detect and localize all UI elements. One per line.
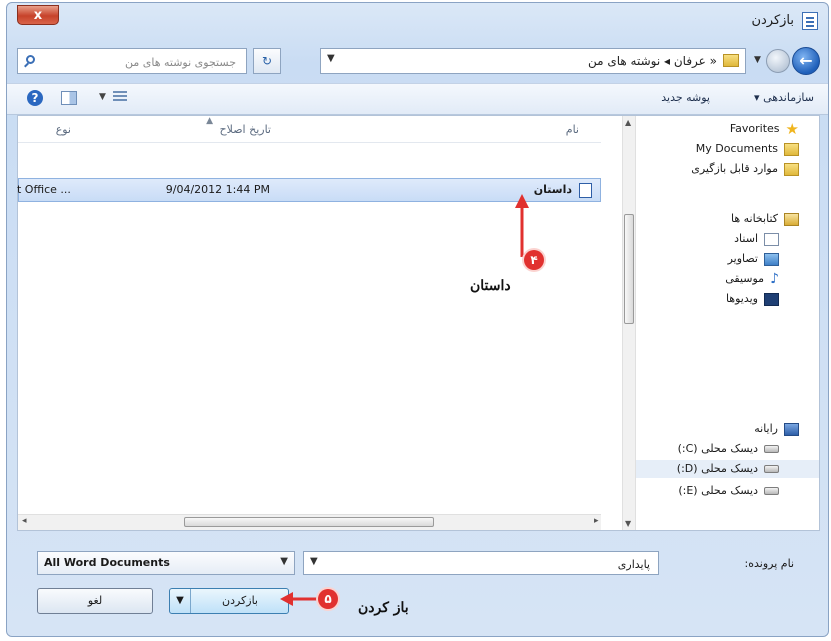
annotation-label-step5: باز کردن (358, 600, 409, 616)
arrow-head-step4 (515, 194, 529, 208)
step-badge-4: ۴ (524, 250, 544, 270)
step-badge-5: ۵ (318, 589, 338, 609)
arrow-head-step5 (280, 592, 293, 606)
annotation-arrows (280, 194, 529, 606)
annotation-label-step4: داستان (470, 278, 511, 294)
